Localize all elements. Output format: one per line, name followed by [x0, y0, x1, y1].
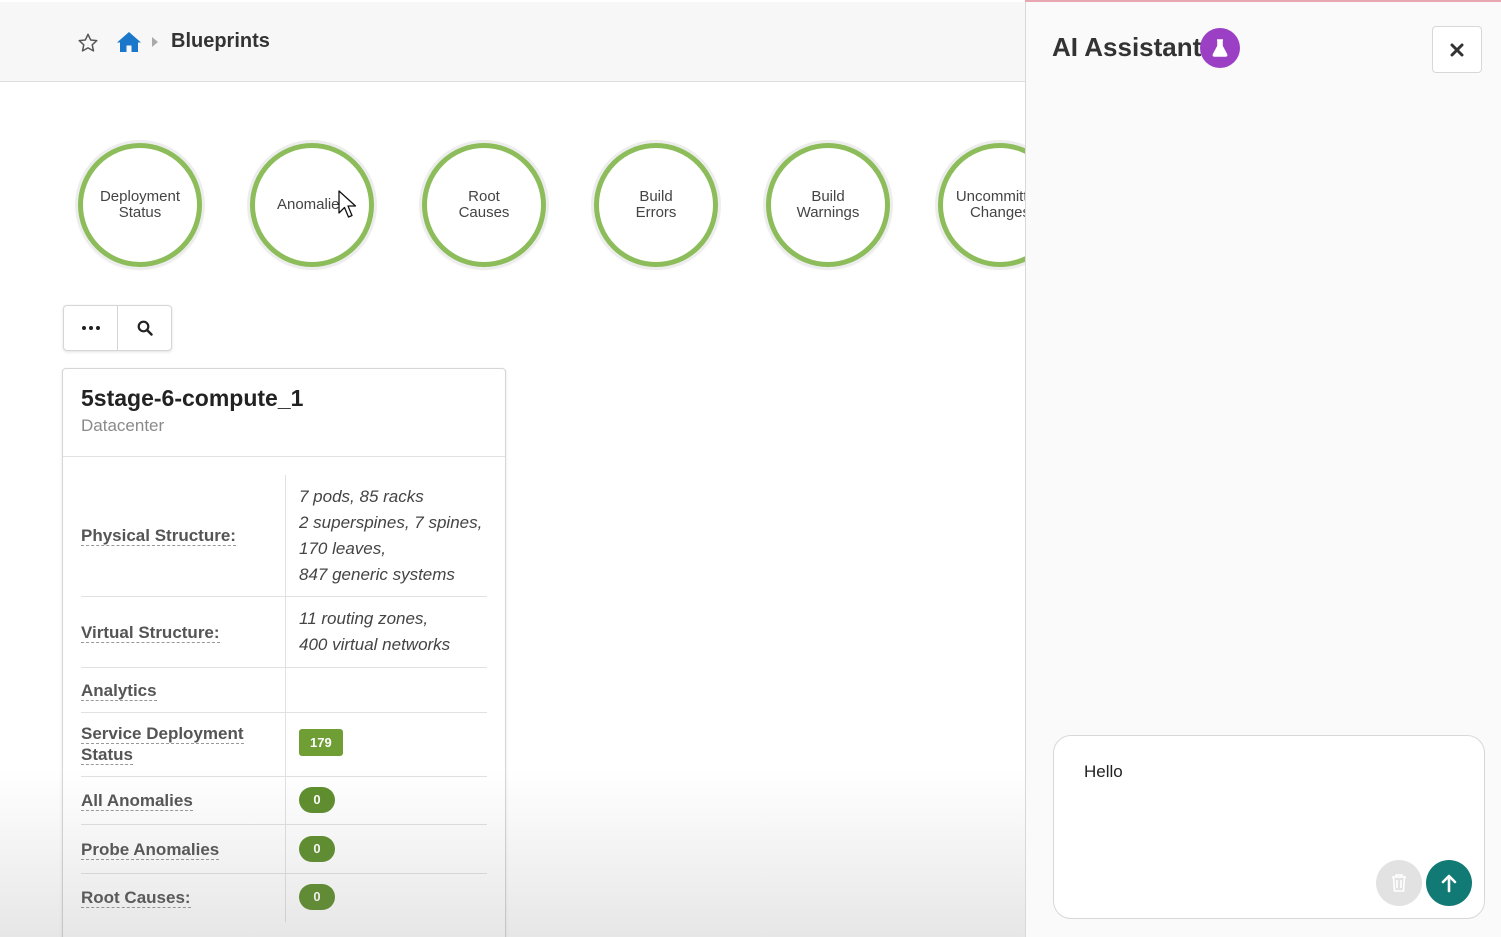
- row-value: 0: [285, 777, 487, 824]
- virtual-structure-value: 11 routing zones, 400 virtual networks: [299, 609, 451, 654]
- row-all-anomalies: All Anomalies 0: [81, 777, 487, 825]
- mouse-cursor-icon: [338, 190, 357, 218]
- row-root-causes: Root Causes: 0: [81, 874, 487, 922]
- service-status-badge[interactable]: 179: [299, 729, 343, 756]
- gauge-root-causes[interactable]: Root Causes: [422, 143, 546, 267]
- row-label[interactable]: Virtual Structure:: [81, 622, 281, 643]
- card-header: 5stage-6-compute_1 Datacenter: [63, 369, 505, 457]
- gauge-deployment-status[interactable]: Deployment Status: [78, 143, 202, 267]
- blueprint-card: 5stage-6-compute_1 Datacenter Physical S…: [62, 368, 506, 937]
- row-label[interactable]: Analytics: [81, 680, 281, 701]
- page-header: Blueprints: [0, 2, 1025, 82]
- row-value: 179: [285, 713, 487, 776]
- clear-button[interactable]: [1376, 860, 1422, 906]
- physical-structure-value: 7 pods, 85 racks 2 superspines, 7 spines…: [299, 487, 483, 584]
- blueprint-name[interactable]: 5stage-6-compute_1: [81, 385, 303, 412]
- ellipsis-icon: [81, 326, 100, 330]
- root-causes-badge[interactable]: 0: [299, 884, 335, 910]
- row-label[interactable]: Service Deployment Status: [81, 723, 271, 765]
- flask-icon: [1200, 28, 1240, 68]
- breadcrumb-separator-icon: [152, 37, 158, 47]
- row-label[interactable]: All Anomalies: [81, 790, 281, 811]
- row-value: 7 pods, 85 racks 2 superspines, 7 spines…: [285, 475, 487, 596]
- close-icon: [1450, 43, 1464, 56]
- row-label[interactable]: Physical Structure:: [81, 525, 281, 546]
- close-button[interactable]: [1432, 26, 1482, 73]
- main-content: Blueprints Deployment Status Anomalies R…: [0, 0, 1025, 937]
- row-label[interactable]: Root Causes:: [81, 887, 281, 908]
- assistant-title: AI Assistant: [1052, 32, 1202, 62]
- favorite-star-icon[interactable]: [77, 32, 99, 54]
- row-service-deployment-status: Service Deployment Status 179: [81, 713, 487, 777]
- trash-icon: [1392, 874, 1406, 892]
- chat-input[interactable]: [1084, 762, 1464, 862]
- row-virtual-structure: Virtual Structure: 11 routing zones, 400…: [81, 597, 487, 668]
- row-value: 0: [285, 825, 487, 873]
- gauge-uncommitted-changes[interactable]: Uncommitted Changes: [938, 143, 1025, 267]
- gauge-build-errors[interactable]: Build Errors: [594, 143, 718, 267]
- row-probe-anomalies: Probe Anomalies 0: [81, 825, 487, 874]
- row-analytics: Analytics: [81, 668, 487, 713]
- send-button[interactable]: [1426, 860, 1472, 906]
- row-value: 11 routing zones, 400 virtual networks: [285, 597, 487, 667]
- row-label[interactable]: Probe Anomalies: [81, 839, 281, 860]
- card-toolbar: [63, 305, 172, 351]
- search-icon: [137, 320, 153, 336]
- chat-composer: [1053, 735, 1485, 919]
- status-gauges: Deployment Status Anomalies Root Causes …: [78, 143, 1025, 268]
- home-icon[interactable]: [116, 30, 142, 54]
- row-value: [285, 668, 487, 712]
- row-value: 0: [285, 874, 487, 922]
- more-options-button[interactable]: [64, 306, 118, 350]
- breadcrumb-current[interactable]: Blueprints: [171, 30, 270, 53]
- blueprint-type: Datacenter: [81, 416, 165, 435]
- arrow-up-icon: [1441, 874, 1457, 893]
- gauge-build-warnings[interactable]: Build Warnings: [766, 143, 890, 267]
- probe-anomalies-badge[interactable]: 0: [299, 836, 335, 862]
- row-physical-structure: Physical Structure: 7 pods, 85 racks 2 s…: [81, 475, 487, 597]
- search-button[interactable]: [118, 306, 172, 350]
- all-anomalies-badge[interactable]: 0: [299, 787, 335, 813]
- ai-assistant-panel: AI Assistant: [1025, 2, 1501, 937]
